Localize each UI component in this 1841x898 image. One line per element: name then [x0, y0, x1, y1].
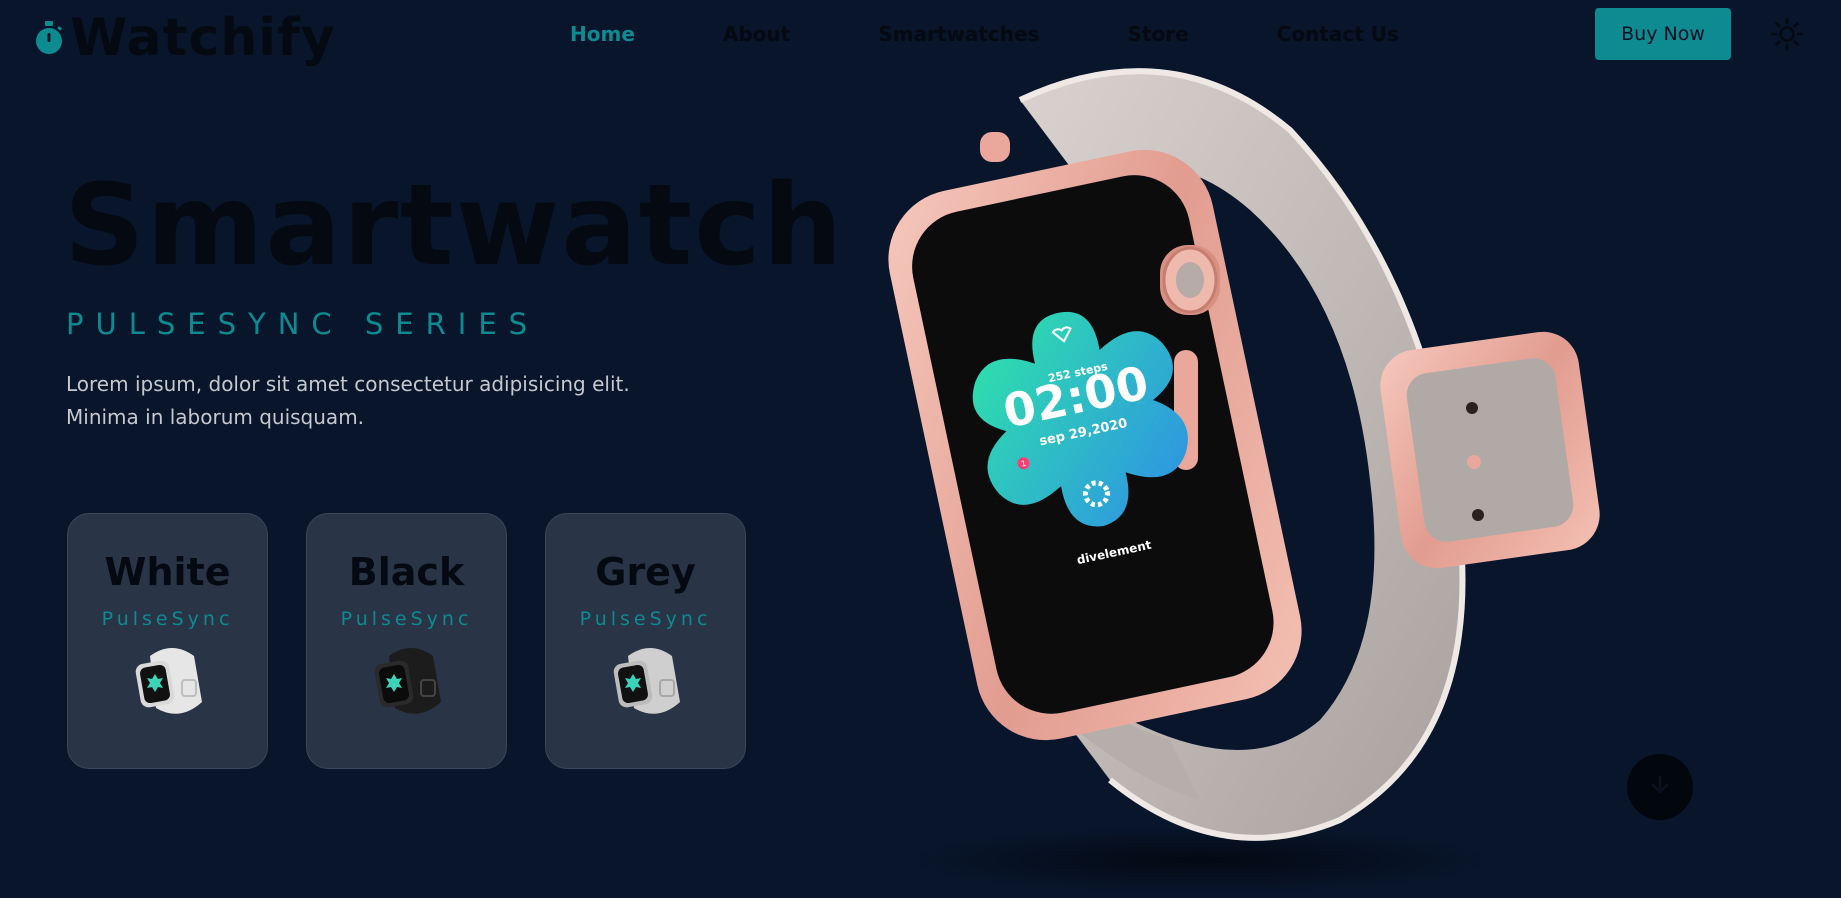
nav-store[interactable]: Store	[1128, 22, 1189, 46]
theme-toggle[interactable]	[1770, 17, 1804, 55]
variant-name: Grey	[595, 550, 696, 594]
buy-now-button[interactable]: Buy Now	[1595, 8, 1731, 60]
main-nav: Home About Smartwatches Store Contact Us	[570, 22, 1399, 46]
hero-watch-image: 02:00 252 steps sep 29,2020 1 divelement	[870, 60, 1630, 898]
variant-card-black[interactable]: Black PulseSync	[306, 513, 507, 769]
hero-description: Lorem ipsum, dolor sit amet consectetur …	[66, 372, 630, 429]
nav-about[interactable]: About	[723, 22, 790, 46]
variant-model: PulseSync	[579, 608, 712, 630]
brand-logo[interactable]: Watchify	[34, 8, 336, 68]
watch-thumbnail	[610, 642, 684, 724]
variant-name: Black	[348, 550, 465, 594]
variant-cards: White PulseSync Black PulseSync Grey Pul…	[67, 513, 746, 769]
hero-title: Smartwatch	[64, 161, 845, 291]
variant-card-grey[interactable]: Grey PulseSync	[545, 513, 746, 769]
variant-card-white[interactable]: White PulseSync	[67, 513, 268, 769]
nav-contact[interactable]: Contact Us	[1277, 22, 1399, 46]
hero-subtitle: PULSESYNC SERIES	[66, 307, 540, 341]
watch-thumbnail	[371, 642, 445, 724]
scroll-down-button[interactable]	[1627, 754, 1693, 820]
nav-smartwatches[interactable]: Smartwatches	[878, 22, 1039, 46]
sun-icon	[1770, 17, 1804, 55]
variant-model: PulseSync	[101, 608, 234, 630]
watch-thumbnail	[132, 642, 206, 724]
arrow-down-icon	[1649, 774, 1671, 800]
nav-home[interactable]: Home	[570, 22, 635, 46]
variant-model: PulseSync	[340, 608, 473, 630]
brand-name: Watchify	[70, 8, 336, 68]
stopwatch-icon	[34, 20, 64, 56]
variant-name: White	[104, 550, 231, 594]
